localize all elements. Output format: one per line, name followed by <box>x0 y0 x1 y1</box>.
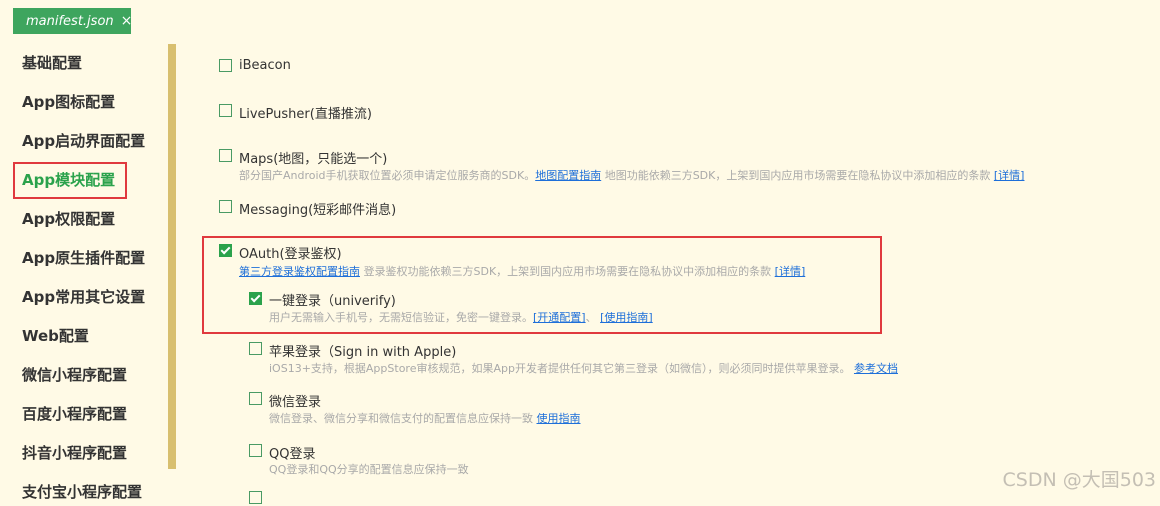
sidebar-item-app-native-plugins[interactable]: App原生插件配置 <box>22 244 145 272</box>
weixin-login-label: 微信登录 <box>269 395 322 410</box>
sidebar-item-app-other-settings[interactable]: App常用其它设置 <box>22 283 145 311</box>
maps-guide-link[interactable]: 地图配置指南 <box>535 169 601 182</box>
qq-login-checkbox[interactable] <box>249 444 262 457</box>
qq-login-description: QQ登录和QQ分享的配置信息应保持一致 <box>269 463 469 476</box>
univerify-guide-link[interactable]: [使用指南] <box>600 311 653 324</box>
livepusher-checkbox[interactable] <box>219 104 232 117</box>
sidebar-scrollbar[interactable] <box>168 44 176 469</box>
univerify-description: 用户无需输入手机号，无需短信验证，免密一键登录。[开通配置]、 [使用指南] <box>269 311 653 324</box>
oauth-description: 第三方登录鉴权配置指南 登录鉴权功能依赖三方SDK，上架到国内应用市场需要在隐私… <box>239 265 806 278</box>
sidebar-item-basic[interactable]: 基础配置 <box>22 49 82 77</box>
sidebar-item-weixin-mp[interactable]: 微信小程序配置 <box>22 361 127 389</box>
oauth-details-link[interactable]: [详情] <box>775 265 806 278</box>
file-tab[interactable]: manifest.json × <box>13 8 133 34</box>
oauth-checkbox[interactable] <box>219 244 232 257</box>
univerify-checkbox[interactable] <box>249 292 262 305</box>
sidebar-item-app-splash[interactable]: App启动界面配置 <box>22 127 145 155</box>
qq-login-label: QQ登录 <box>269 447 316 462</box>
sidebar-item-app-permissions[interactable]: App权限配置 <box>22 205 115 233</box>
apple-login-checkbox[interactable] <box>249 342 262 355</box>
maps-details-link[interactable]: [详情] <box>994 169 1025 182</box>
apple-login-description: iOS13+支持，根据AppStore审核规范，如果App开发者提供任何其它第三… <box>269 362 898 375</box>
oauth-guide-link[interactable]: 第三方登录鉴权配置指南 <box>239 265 360 278</box>
weixin-login-checkbox[interactable] <box>249 392 262 405</box>
weixin-login-guide-link[interactable]: 使用指南 <box>537 412 581 425</box>
sidebar-item-web[interactable]: Web配置 <box>22 322 89 350</box>
sidebar: 基础配置 App图标配置 App启动界面配置 App模块配置 App权限配置 A… <box>0 44 168 504</box>
maps-description: 部分国产Android手机获取位置必须申请定位服务商的SDK。地图配置指南 地图… <box>239 169 1025 182</box>
maps-label: Maps(地图，只能选一个) <box>239 152 388 167</box>
apple-login-label: 苹果登录（Sign in with Apple) <box>269 345 457 360</box>
ibeacon-label: iBeacon <box>239 58 291 73</box>
oauth-label: OAuth(登录鉴权) <box>239 247 342 262</box>
sidebar-item-baidu-mp[interactable]: 百度小程序配置 <box>22 400 127 428</box>
sidebar-item-app-icon[interactable]: App图标配置 <box>22 88 115 116</box>
close-icon[interactable]: × <box>121 13 133 29</box>
sidebar-item-alipay-mp[interactable]: 支付宝小程序配置 <box>22 478 142 506</box>
module-list: iBeacon LivePusher(直播推流) Maps(地图，只能选一个) … <box>200 0 1160 504</box>
next-login-checkbox[interactable] <box>249 491 262 504</box>
messaging-label: Messaging(短彩邮件消息) <box>239 203 397 218</box>
univerify-label: 一键登录（univerify) <box>269 294 396 309</box>
watermark: CSDN @大国503 <box>1002 469 1156 491</box>
maps-checkbox[interactable] <box>219 149 232 162</box>
messaging-checkbox[interactable] <box>219 200 232 213</box>
ibeacon-checkbox[interactable] <box>219 59 232 72</box>
apple-login-docs-link[interactable]: 参考文档 <box>854 362 898 375</box>
sidebar-item-toutiao-mp[interactable]: 抖音小程序配置 <box>22 439 127 467</box>
univerify-setup-link[interactable]: [开通配置] <box>533 311 586 324</box>
weixin-login-description: 微信登录、微信分享和微信支付的配置信息应保持一致 使用指南 <box>269 412 581 425</box>
sidebar-item-app-modules[interactable]: App模块配置 <box>22 166 115 194</box>
livepusher-label: LivePusher(直播推流) <box>239 107 372 122</box>
file-tab-title: manifest.json <box>26 13 114 29</box>
